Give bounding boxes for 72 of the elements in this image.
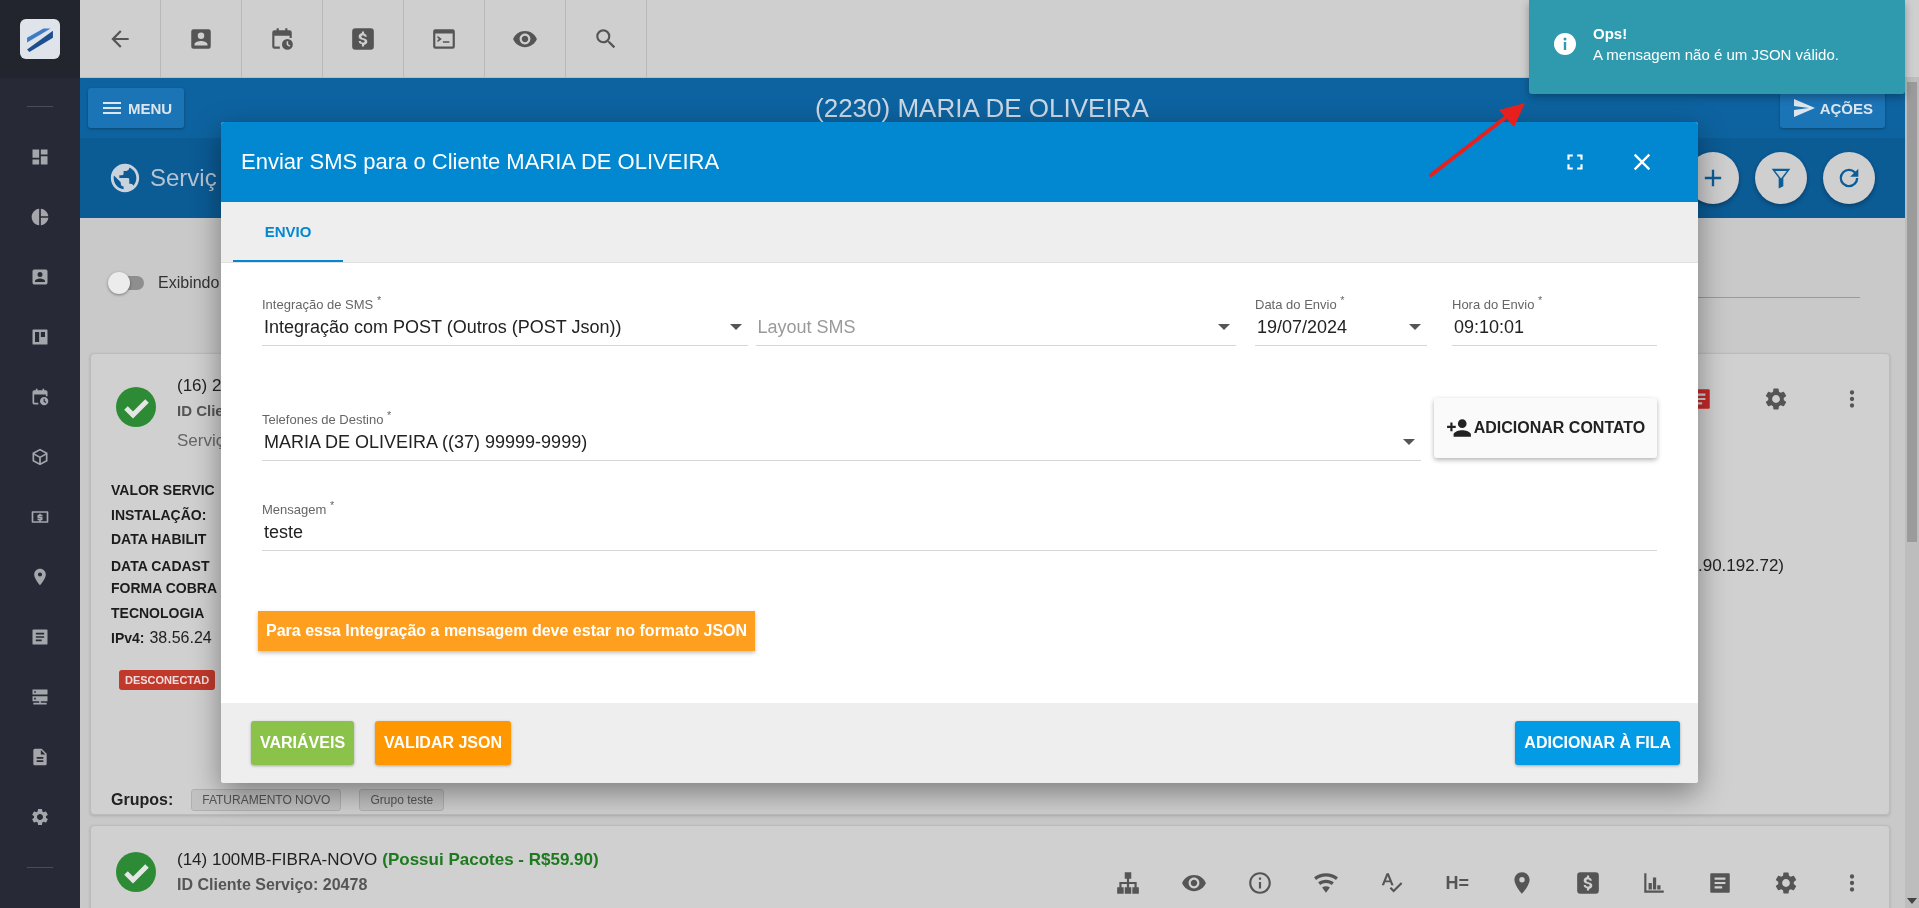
board-icon[interactable] bbox=[30, 327, 50, 347]
sitemap-icon[interactable] bbox=[1115, 870, 1142, 896]
info-icon[interactable] bbox=[1247, 870, 1274, 896]
dialog-title: Enviar SMS para o Cliente MARIA DE OLIVEIRA bbox=[241, 149, 720, 175]
groups-label: Grupos: bbox=[111, 791, 174, 809]
dollar-icon bbox=[350, 25, 376, 52]
detail-label: TECNOLOGIA bbox=[111, 604, 205, 621]
settings-icon[interactable] bbox=[1773, 870, 1799, 896]
menu-button[interactable]: MENU bbox=[88, 88, 185, 128]
dashboard-icon[interactable] bbox=[30, 147, 50, 167]
detail-value: 38.56.24 bbox=[149, 629, 212, 647]
service-heading: (14) 100MB-FIBRA-NOVO bbox=[177, 849, 378, 871]
cube-icon[interactable] bbox=[30, 447, 50, 467]
group-chip: FATURAMENTO NOVO bbox=[191, 789, 342, 811]
toast-message: A mensagem não é um JSON válido. bbox=[1593, 46, 1839, 63]
field-label: Telefones de Destino $^{*}$ bbox=[262, 408, 393, 424]
field-label: Data do Envio $^{*}$ bbox=[1255, 293, 1346, 309]
caret-icon bbox=[729, 324, 742, 330]
globe-icon bbox=[108, 161, 142, 195]
scrollbar[interactable] bbox=[1905, 78, 1919, 908]
service-heading: (16) 2 bbox=[177, 375, 223, 397]
info-icon bbox=[1553, 32, 1577, 56]
select-field[interactable]: 19/07/2024 bbox=[1255, 316, 1409, 338]
message-field[interactable]: teste bbox=[262, 521, 1657, 543]
check-circle-icon bbox=[116, 852, 156, 892]
detail-label: IPv4: bbox=[111, 630, 145, 646]
action-label[interactable]: H= bbox=[1445, 872, 1469, 894]
document-icon[interactable] bbox=[30, 747, 50, 767]
bar-chart-icon[interactable] bbox=[1641, 870, 1667, 896]
list-icon[interactable] bbox=[1707, 870, 1733, 896]
footer-button[interactable]: ADICIONAR À FILA bbox=[1515, 721, 1680, 765]
send-icon bbox=[1791, 96, 1816, 120]
calendar-clock-icon[interactable] bbox=[30, 387, 50, 407]
caret-icon bbox=[1409, 324, 1421, 330]
detail-label: DATA HABILIT bbox=[111, 531, 207, 547]
caret-icon bbox=[1218, 324, 1230, 330]
tab[interactable]: ENVIO bbox=[233, 202, 343, 262]
detail-label: FORMA COBRA bbox=[111, 580, 218, 596]
status-badge: DESCONECTAD bbox=[119, 669, 216, 690]
select-field[interactable]: Integração com POST (Outros (POST Json)) bbox=[262, 316, 730, 338]
detail-label: VALOR SERVIC bbox=[111, 482, 215, 498]
input-field[interactable]: 09:10:01 bbox=[1452, 316, 1657, 338]
settings-icon[interactable] bbox=[30, 807, 50, 827]
settings-icon[interactable] bbox=[1763, 386, 1789, 412]
filter-button[interactable] bbox=[1755, 152, 1807, 204]
field-label: Hora do Envio $^{*}$ bbox=[1452, 293, 1544, 309]
page-title: Serviç bbox=[150, 164, 217, 192]
detail-label: INSTALAÇÃO: bbox=[111, 506, 207, 523]
package-label: (Possui Pacotes - R$59.90) bbox=[382, 849, 599, 871]
detail-label: DATA CADAST bbox=[111, 557, 210, 574]
list-icon[interactable] bbox=[30, 627, 50, 647]
toggle-label: Exibindo bbox=[158, 274, 220, 292]
client-id: ID Cliente Serviço: 20478 bbox=[177, 875, 369, 895]
server-icon[interactable] bbox=[30, 687, 50, 707]
scroll-down-icon[interactable] bbox=[1907, 898, 1917, 904]
caret-icon bbox=[1403, 439, 1415, 445]
warning-banner: Para essa Integração a mensagem deve estar no formato JSON bbox=[258, 611, 756, 651]
select-field[interactable]: Layout SMS bbox=[755, 316, 1218, 338]
add-contact-button[interactable]: ADICIONAR CONTATO bbox=[1434, 398, 1657, 458]
pie-chart-icon[interactable] bbox=[30, 207, 50, 227]
calendar-clock-icon bbox=[269, 25, 295, 52]
group-chip: Grupo teste bbox=[359, 789, 445, 811]
client-title: (2230) MARIA DE OLIVEIRA bbox=[814, 92, 1150, 124]
refresh-button[interactable] bbox=[1823, 152, 1875, 204]
dollar-icon[interactable] bbox=[1575, 870, 1601, 896]
check-circle-icon bbox=[116, 387, 156, 427]
contact-icon[interactable] bbox=[30, 267, 50, 287]
detail-value: .90.192.72) bbox=[1698, 555, 1784, 576]
service-label: Serviç bbox=[177, 430, 225, 452]
logo-icon[interactable] bbox=[20, 19, 60, 59]
select-field[interactable]: MARIA DE OLIVEIRA ((37) 99999-9999) bbox=[262, 431, 1403, 453]
toast-title: Ops! bbox=[1593, 25, 1629, 42]
